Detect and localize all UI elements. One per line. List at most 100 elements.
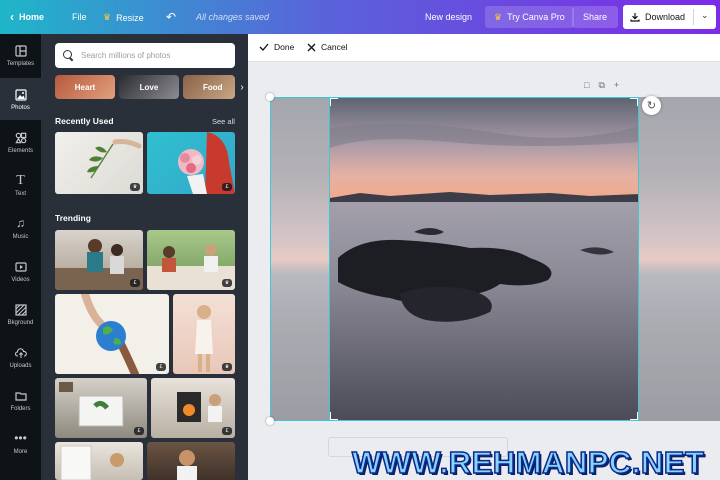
- rail-item-uploads[interactable]: Uploads: [0, 336, 41, 378]
- category-chips: Heart Love Food ›: [55, 75, 248, 99]
- trending-title: Trending: [55, 213, 91, 223]
- see-all-link[interactable]: See all: [212, 117, 235, 126]
- top-bar: ‹ Home File ♛ Resize ↶ All changes saved…: [0, 0, 720, 34]
- crop-selection[interactable]: [329, 97, 639, 421]
- close-icon: [307, 43, 316, 51]
- cancel-label: Cancel: [321, 42, 348, 52]
- crop-corner-top-right[interactable]: [630, 98, 638, 106]
- photo-thumbnail[interactable]: £: [147, 132, 235, 194]
- design-canvas[interactable]: □ ⧉ + ↻: [248, 62, 720, 480]
- pound-badge: £: [156, 363, 166, 371]
- text-icon: T: [16, 172, 25, 188]
- crop-toolbar: Done Cancel: [248, 34, 720, 62]
- recently-used-title: Recently Used: [55, 116, 114, 126]
- pound-badge: £: [130, 279, 140, 287]
- uploads-icon: [14, 347, 27, 358]
- file-label: File: [72, 12, 87, 22]
- music-icon: ♫: [16, 215, 25, 230]
- note-icon[interactable]: □: [584, 80, 589, 91]
- search-input[interactable]: [81, 51, 231, 60]
- rail-label: Folders: [10, 405, 31, 412]
- photo-thumbnail[interactable]: [55, 442, 143, 480]
- home-button[interactable]: ‹ Home: [10, 10, 44, 24]
- undo-icon: ↶: [166, 10, 177, 24]
- photo-woman-standing: [195, 305, 213, 372]
- done-label: Done: [274, 42, 295, 52]
- done-button[interactable]: Done: [259, 42, 294, 52]
- folders-icon: [14, 391, 27, 401]
- download-icon: [630, 13, 640, 22]
- rail-item-folders[interactable]: Folders: [0, 379, 41, 421]
- search-box[interactable]: [55, 43, 235, 68]
- photos-panel: Heart Love Food › Recently Used See all …: [41, 34, 248, 480]
- chip-heart[interactable]: Heart: [55, 75, 115, 99]
- photo-thumbnail[interactable]: £: [151, 378, 235, 438]
- page-actions: □ ⧉ +: [584, 80, 619, 91]
- photo-thumbnail[interactable]: £: [55, 378, 147, 438]
- premium-badge: ♛: [222, 363, 232, 371]
- left-rail: Templates Photos Elements T Text ♫ Music…: [0, 34, 41, 480]
- download-label: Download: [645, 12, 686, 22]
- cancel-button[interactable]: Cancel: [307, 42, 347, 52]
- rail-item-more[interactable]: ••• More: [0, 422, 41, 464]
- premium-badge: ♛: [222, 279, 232, 287]
- crown-icon: ♛: [103, 12, 112, 22]
- new-design-button[interactable]: New design: [425, 12, 472, 22]
- undo-button[interactable]: ↶: [166, 10, 176, 24]
- rotate-icon[interactable]: ↻: [642, 96, 661, 115]
- rail-label: Music: [12, 233, 29, 240]
- share-label: Share: [582, 12, 608, 22]
- chip-food[interactable]: Food: [183, 75, 235, 99]
- rail-item-text[interactable]: T Text: [0, 164, 41, 206]
- duplicate-page-icon[interactable]: ⧉: [598, 80, 604, 91]
- photo-thumbnail[interactable]: [147, 442, 235, 480]
- photo-child-window: [60, 445, 124, 480]
- chevron-down-icon[interactable]: ⌄: [701, 10, 709, 21]
- try-pro-label: Try Canva Pro: [507, 12, 565, 22]
- rail-label: Elements: [7, 147, 33, 154]
- rail-item-photos[interactable]: Photos: [0, 78, 41, 120]
- rail-item-music[interactable]: ♫ Music: [0, 207, 41, 249]
- photo-thumbnail[interactable]: ♛: [147, 230, 235, 290]
- crop-corner-bottom-right[interactable]: [630, 412, 638, 420]
- photo-thumbnail[interactable]: ♛: [55, 132, 143, 194]
- rail-label: Photos: [11, 104, 30, 111]
- save-status: All changes saved: [196, 12, 270, 22]
- pound-badge: £: [222, 183, 232, 191]
- download-button[interactable]: Download ⌄: [623, 5, 716, 29]
- rail-item-videos[interactable]: Videos: [0, 250, 41, 292]
- chevron-left-icon: ‹: [10, 10, 14, 24]
- try-canva-pro-button[interactable]: ♛ Try Canva Pro: [485, 6, 574, 28]
- crop-corner-top-left[interactable]: [330, 98, 338, 106]
- watermark-text: WWW.REHMANPC.NET: [351, 445, 705, 480]
- rail-label: More: [13, 448, 28, 455]
- elements-icon: [14, 132, 26, 143]
- chevron-right-icon[interactable]: ›: [236, 75, 248, 99]
- photo-chef: [177, 450, 197, 480]
- crop-corner-bottom-left[interactable]: [330, 412, 338, 420]
- pound-badge: £: [134, 427, 144, 435]
- resize-handle-bottom-left[interactable]: [266, 417, 274, 425]
- crown-icon: ♛: [494, 11, 503, 22]
- chip-love[interactable]: Love: [119, 75, 179, 99]
- videos-icon: [14, 261, 27, 272]
- rail-item-elements[interactable]: Elements: [0, 121, 41, 163]
- photo-thumbnail[interactable]: ♛: [173, 294, 235, 374]
- add-page-icon[interactable]: +: [614, 80, 619, 91]
- share-button[interactable]: Share: [572, 6, 618, 28]
- rail-item-templates[interactable]: Templates: [0, 34, 41, 76]
- photo-thumbnail[interactable]: £: [55, 230, 143, 290]
- photo-globe-hands: [81, 294, 139, 374]
- file-menu-button[interactable]: File: [72, 12, 87, 22]
- premium-badge: ♛: [130, 183, 140, 191]
- resize-handle-top-left[interactable]: [266, 93, 274, 101]
- new-design-label: New design: [425, 12, 473, 22]
- home-label: Home: [19, 12, 45, 22]
- photo-thumbnail[interactable]: £: [55, 294, 169, 374]
- rail-label: Text: [14, 190, 26, 197]
- rail-label: Bkground: [7, 319, 34, 326]
- resize-button[interactable]: ♛ Resize: [103, 12, 144, 23]
- rail-item-background[interactable]: Bkground: [0, 293, 41, 335]
- seascape-photo: [330, 98, 638, 420]
- rail-label: Videos: [11, 276, 30, 283]
